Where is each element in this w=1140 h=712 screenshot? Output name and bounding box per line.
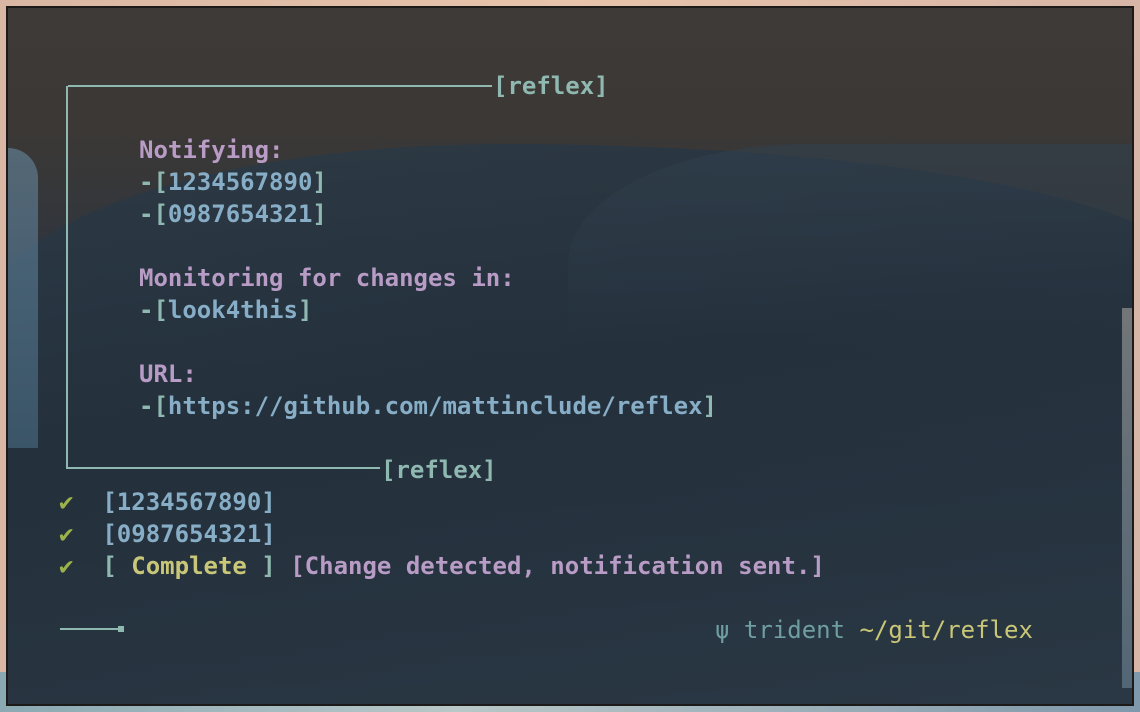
prompt-right: ψ trident ~/git/reflex: [715, 614, 1033, 646]
prompt-host: trident: [743, 616, 846, 644]
complete-line: ✔ [ Complete ] [Change detected, notific…: [59, 552, 825, 580]
frame-top-line: [68, 85, 492, 87]
check-icon: ✔: [59, 552, 74, 580]
terminal-window[interactable]: [reflex] Notifying: -[1234567890] -[0987…: [6, 6, 1134, 706]
check-icon: ✔: [59, 488, 74, 516]
status-line: ✔ [0987654321]: [59, 520, 276, 548]
number-item: -[1234567890]: [139, 168, 327, 196]
complete-badge: Complete: [131, 552, 247, 580]
notifying-label: Notifying:: [139, 136, 284, 164]
wallpaper-wave-crest: [568, 144, 1132, 344]
frame-bottom-line: [68, 467, 380, 469]
header-tag: [reflex]: [493, 72, 609, 100]
status-line: ✔ [1234567890]: [59, 488, 276, 516]
check-icon: ✔: [59, 520, 74, 548]
monitoring-label: Monitoring for changes in:: [139, 264, 515, 292]
wallpaper-wave-edge: [8, 148, 38, 448]
frame-left-line: [66, 86, 68, 469]
url-label: URL:: [139, 360, 197, 388]
number-item: -[0987654321]: [139, 200, 327, 228]
wallpaper-wave-right: [1122, 308, 1132, 688]
prompt-line: [60, 628, 120, 630]
prompt-path: ~/git/reflex: [859, 616, 1033, 644]
footer-tag: [reflex]: [381, 456, 497, 484]
psi-icon: ψ: [715, 616, 730, 644]
prompt-cursor: [118, 626, 124, 632]
url-value: -[https://github.com/mattinclude/reflex]: [139, 392, 717, 420]
monitor-target: -[look4this]: [139, 296, 313, 324]
complete-message: [Change detected, notification sent.]: [290, 552, 825, 580]
